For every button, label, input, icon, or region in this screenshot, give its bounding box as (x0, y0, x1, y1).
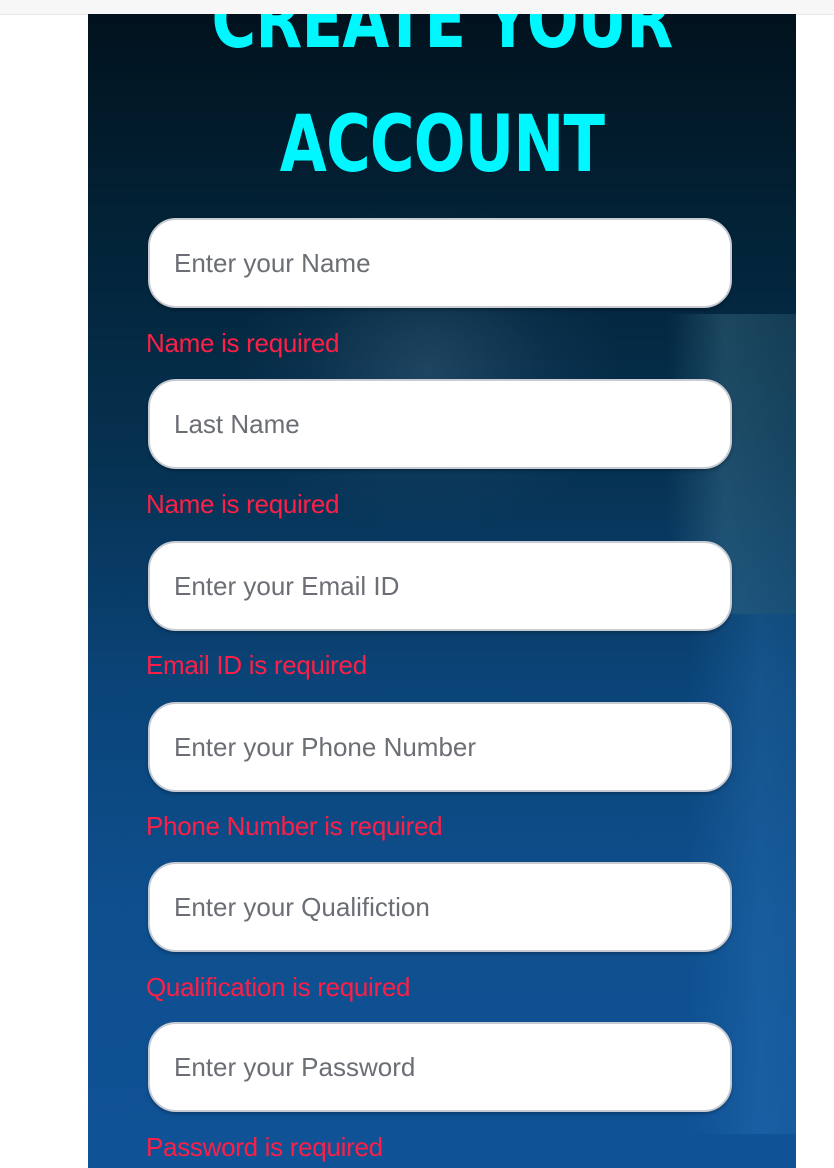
last-name-input[interactable] (148, 379, 732, 469)
password-input[interactable] (148, 1022, 732, 1112)
phone-input[interactable] (148, 702, 732, 792)
phone-error: Phone Number is required (146, 811, 443, 841)
password-error: Password is required (146, 1132, 383, 1162)
browser-top-strip (0, 0, 834, 15)
email-error: Email ID is required (146, 650, 367, 680)
signup-panel: CREATE YOUR ACCOUNT Name is required Nam… (88, 14, 796, 1168)
email-input[interactable] (148, 541, 732, 631)
first-name-input[interactable] (148, 218, 732, 308)
last-name-error: Name is required (146, 489, 340, 519)
qualification-input[interactable] (148, 862, 732, 952)
qualification-error: Qualification is required (146, 972, 411, 1002)
page-title-line-2: ACCOUNT (279, 100, 605, 190)
page-title-line-1: CREATE YOUR (211, 14, 674, 66)
first-name-error: Name is required (146, 328, 340, 358)
